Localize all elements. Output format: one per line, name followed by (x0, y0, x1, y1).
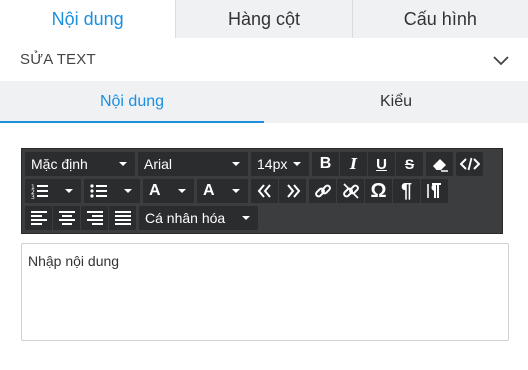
format-select-value: Mặc định (31, 156, 88, 172)
section-header-sua-text[interactable]: SỬA TEXT (0, 38, 528, 81)
editor-toolbar: Mặc định Arial 14px B I U S 123 A A Ω ¶ … (21, 148, 503, 234)
tab-cau-hinh[interactable]: Cấu hình (351, 0, 528, 38)
caret-down-icon (242, 216, 250, 220)
bullet-list-dropdown[interactable] (84, 179, 140, 203)
strikethrough-button[interactable]: S (396, 152, 423, 176)
text-style-group: B I U S (312, 152, 423, 176)
background-color-dropdown[interactable]: A (197, 179, 248, 203)
subtab-noi-dung[interactable]: Nội dung (0, 81, 264, 123)
font-select-value: Arial (144, 156, 173, 172)
indent-group (251, 179, 306, 203)
chevron-down-icon[interactable] (492, 51, 510, 69)
size-select[interactable]: 14px (251, 152, 309, 176)
content-editor[interactable]: Nhập nội dung (21, 243, 509, 341)
align-right-icon[interactable] (81, 206, 108, 230)
unlink-icon[interactable] (337, 179, 364, 203)
special-character-button[interactable]: Ω (365, 179, 392, 203)
sub-tab-bar: Nội dung Kiểu (0, 81, 528, 123)
toolbar-row-3: Cá nhân hóa (25, 206, 258, 230)
caret-down-icon (232, 162, 240, 166)
text-direction-icon[interactable] (421, 179, 448, 203)
ordered-list-icon: 123 (31, 184, 48, 199)
text-color-icon: A (149, 182, 161, 199)
italic-button[interactable]: I (340, 152, 367, 176)
link-group: Ω ¶ (309, 179, 448, 203)
caret-down-icon (124, 189, 132, 193)
text-color-dropdown[interactable]: A (143, 179, 194, 203)
caret-down-icon (293, 162, 302, 166)
align-left-icon[interactable] (25, 206, 52, 230)
format-select[interactable]: Mặc định (25, 152, 135, 176)
caret-down-icon (178, 189, 186, 193)
size-select-value: 14px (257, 156, 288, 172)
svg-text:3: 3 (31, 194, 35, 199)
paragraph-icon[interactable]: ¶ (393, 179, 420, 203)
editor-placeholder: Nhập nội dung (28, 253, 120, 269)
eraser-icon[interactable] (426, 152, 453, 176)
subtab-kieu[interactable]: Kiểu (264, 81, 528, 123)
toolbar-row-2: 123 A A Ω ¶ (25, 179, 448, 203)
caret-down-icon (232, 189, 240, 193)
bullet-list-icon (90, 184, 107, 198)
caret-down-icon (119, 162, 127, 166)
tab-hang-cot[interactable]: Hàng cột (175, 0, 351, 38)
section-title: SỬA TEXT (20, 51, 96, 68)
bold-button[interactable]: B (312, 152, 339, 176)
personalize-dropdown[interactable]: Cá nhân hóa (139, 206, 258, 230)
caret-down-icon (65, 189, 73, 193)
personalize-label: Cá nhân hóa (145, 210, 226, 226)
align-center-icon[interactable] (53, 206, 80, 230)
code-view-icon[interactable] (456, 152, 483, 176)
toolbar-row-1: Mặc định Arial 14px B I U S (25, 152, 483, 176)
link-icon[interactable] (309, 179, 336, 203)
tab-noi-dung[interactable]: Nội dung (0, 0, 176, 38)
align-justify-icon[interactable] (109, 206, 136, 230)
ordered-list-dropdown[interactable]: 123 (25, 179, 81, 203)
top-tab-bar: Nội dung Hàng cột Cấu hình (0, 0, 528, 38)
indent-icon[interactable] (279, 179, 306, 203)
background-color-icon: A (203, 182, 215, 199)
outdent-icon[interactable] (251, 179, 278, 203)
alignment-group (25, 206, 136, 230)
font-select[interactable]: Arial (138, 152, 248, 176)
underline-button[interactable]: U (368, 152, 395, 176)
